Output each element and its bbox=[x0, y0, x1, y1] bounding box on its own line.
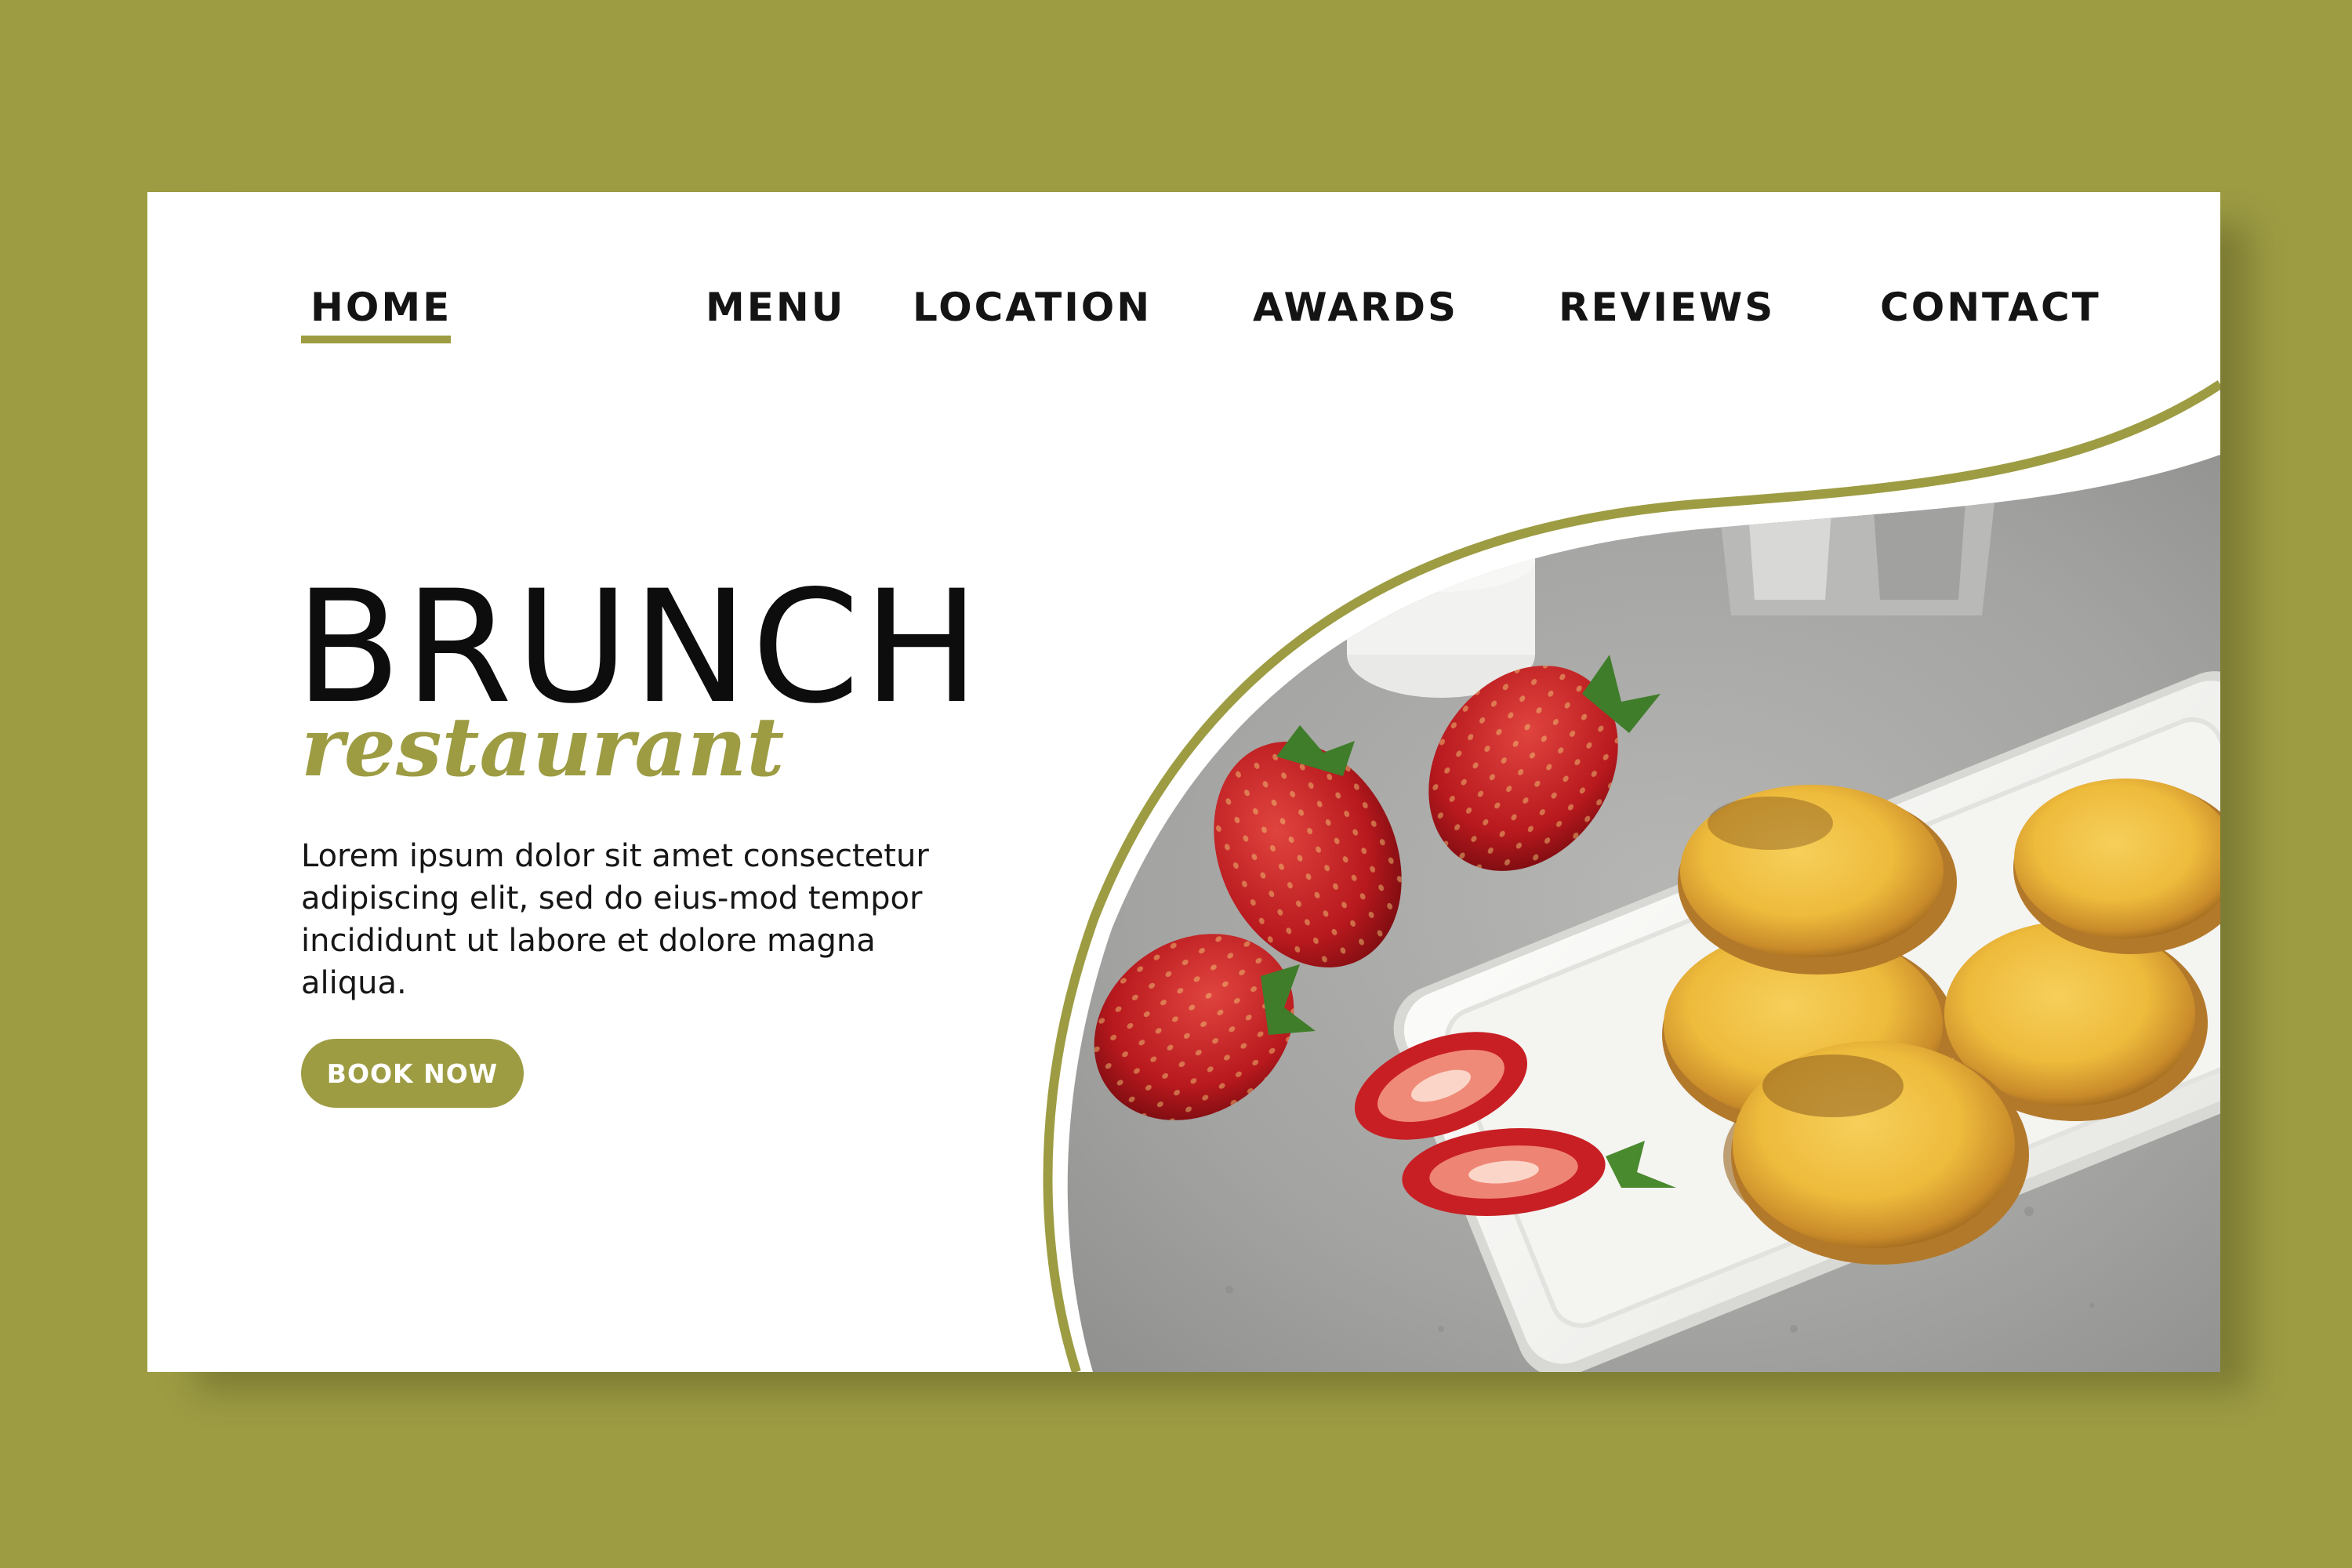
nav-item-contact[interactable]: CONTACT bbox=[1880, 285, 2101, 339]
nav-item-home[interactable]: HOME bbox=[310, 285, 452, 339]
active-nav-indicator bbox=[301, 336, 451, 343]
nav-item-reviews[interactable]: REVIEWS bbox=[1559, 285, 1775, 339]
landing-card: HOME MENU LOCATION AWARDS REVIEWS CONTAC… bbox=[147, 192, 2220, 1372]
hero-description: Lorem ipsum dolor sit amet consectetur a… bbox=[301, 838, 929, 1001]
top-navigation: HOME MENU LOCATION AWARDS REVIEWS CONTAC… bbox=[147, 192, 2220, 388]
hero-subtitle: restaurant bbox=[301, 699, 785, 795]
nav-item-awards[interactable]: AWARDS bbox=[1253, 285, 1458, 339]
nav-item-menu[interactable]: MENU bbox=[706, 285, 845, 339]
book-now-button[interactable]: BOOK NOW bbox=[301, 1039, 524, 1108]
nav-item-location[interactable]: LOCATION bbox=[913, 285, 1152, 339]
